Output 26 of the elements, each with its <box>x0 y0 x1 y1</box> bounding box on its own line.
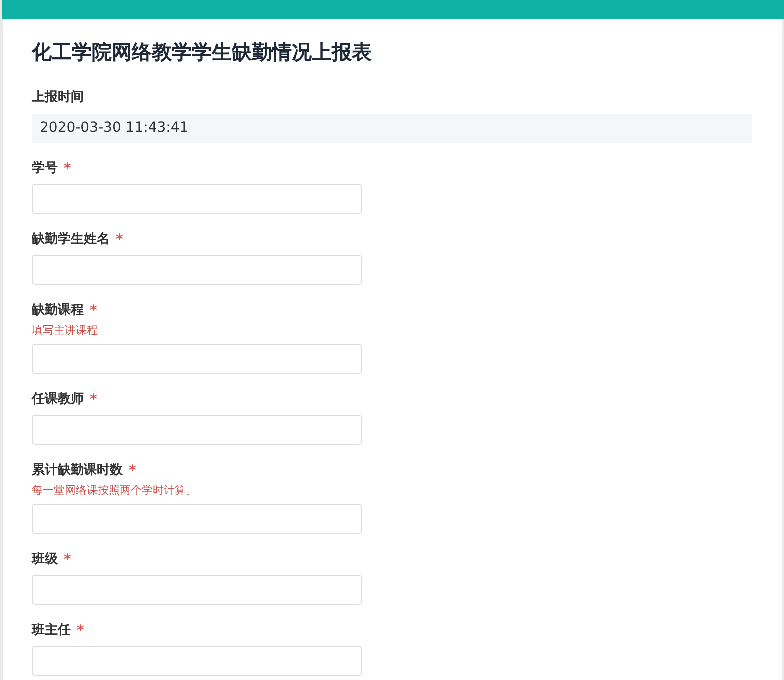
input-field[interactable] <box>32 504 362 534</box>
input-field[interactable] <box>32 646 362 676</box>
field-label: 上报时间 <box>32 89 84 107</box>
required-mark: * <box>64 551 72 569</box>
field-label: 任课教师 <box>32 391 84 409</box>
required-mark: * <box>90 302 98 320</box>
required-mark: * <box>77 622 84 640</box>
required-mark: * <box>116 231 124 249</box>
required-mark: * <box>90 391 98 409</box>
time-value: 2020-03-30 11:43:41 <box>32 114 752 143</box>
input-field[interactable] <box>32 255 362 285</box>
input-field[interactable] <box>32 344 362 374</box>
field-hint: 填写主讲课程 <box>32 323 98 339</box>
input-field[interactable] <box>32 575 362 605</box>
field-label: 班主任 <box>32 622 71 640</box>
field-label: 班级 <box>32 551 58 569</box>
field-label: 缺勤学生姓名 <box>32 231 110 249</box>
field-label: 累计缺勤课时数 <box>32 462 123 480</box>
field-hint: 每一堂网络课按照两个学时计算。 <box>32 483 197 499</box>
input-field[interactable] <box>32 415 362 445</box>
required-mark: * <box>64 160 72 178</box>
field-label: 学号 <box>32 160 58 178</box>
field-label: 缺勤课程 <box>32 302 84 320</box>
form-title: 化工学院网络教学学生缺勤情况上报表 <box>32 39 373 65</box>
input-field[interactable] <box>32 184 362 214</box>
required-mark: * <box>129 462 136 480</box>
